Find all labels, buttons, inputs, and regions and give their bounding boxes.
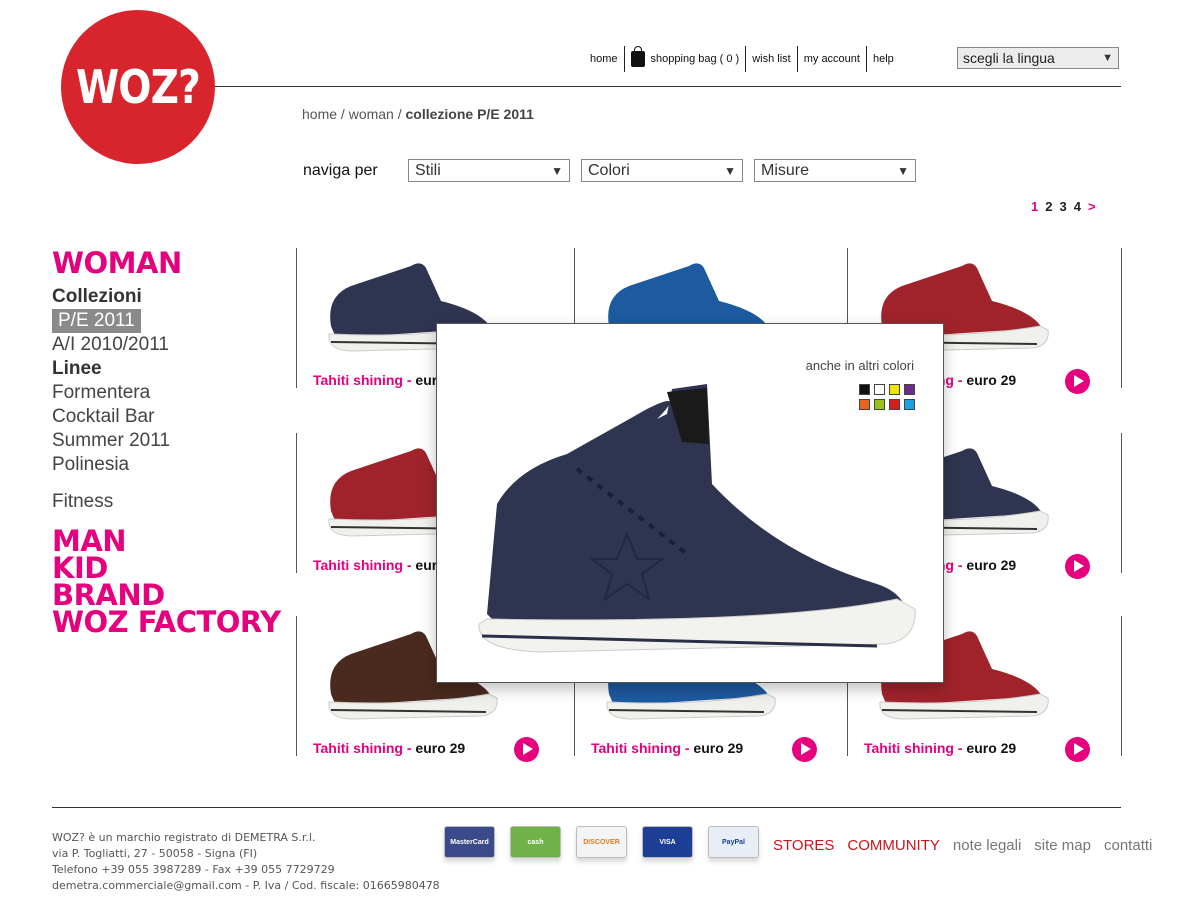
footer-line: via P. Togliatti, 27 - 50058 - Signa (FI… xyxy=(52,847,258,860)
footer-contatti-link[interactable]: contatti xyxy=(1104,837,1152,854)
product-caption: Tahiti shining - euro 29 xyxy=(313,740,465,756)
product-price: euro 29 xyxy=(415,740,466,756)
logo-text: WOZ? xyxy=(75,60,201,114)
filter-bar: naviga per Stili ▼ Colori ▼ Misure ▼ xyxy=(303,159,927,182)
product-separator: - xyxy=(953,740,967,756)
breadcrumb-current: collezione P/E 2011 xyxy=(405,106,534,122)
footer-links: STORES COMMUNITY note legali site map co… xyxy=(773,837,1152,854)
footer-divider xyxy=(52,807,1121,808)
shopping-bag-icon xyxy=(630,46,645,67)
product-price: euro 29 xyxy=(966,740,1017,756)
dropdown-arrow-icon: ▼ xyxy=(1102,52,1113,64)
stili-select[interactable]: Stili ▼ xyxy=(408,159,570,182)
menu-woman[interactable]: WOMAN xyxy=(52,249,281,278)
footer-email[interactable]: demetra.commerciale@gmail.com - P. Iva /… xyxy=(52,878,440,894)
menu-polinesia[interactable]: Polinesia xyxy=(52,453,281,477)
paypal-icon: PayPal xyxy=(708,826,759,858)
menu-cocktail-bar[interactable]: Cocktail Bar xyxy=(52,405,281,429)
product-caption: Tahiti shining - euro 29 xyxy=(864,740,1016,756)
view-product-play-icon[interactable] xyxy=(1065,737,1090,762)
menu-linee: Linee xyxy=(52,358,102,379)
page-link-4[interactable]: 4 xyxy=(1074,199,1081,214)
footer-note-legali-link[interactable]: note legali xyxy=(953,837,1021,854)
product-name[interactable]: Tahiti shining xyxy=(313,740,403,756)
language-select[interactable]: scegli la lingua ▼ xyxy=(957,47,1119,69)
view-product-play-icon[interactable] xyxy=(1065,554,1090,579)
product-separator: - xyxy=(402,740,416,756)
product-separator: - xyxy=(680,740,694,756)
view-product-play-icon[interactable] xyxy=(514,737,539,762)
mastercard-icon: MasterCard xyxy=(444,826,495,858)
next-page-link[interactable]: > xyxy=(1088,199,1096,214)
product-name[interactable]: Tahiti shining xyxy=(313,557,403,573)
product-name[interactable]: Tahiti shining xyxy=(313,372,403,388)
misure-select-value: Misure xyxy=(761,161,810,179)
footer-company-info: WOZ? è un marchio registrato di DEMETRA … xyxy=(52,830,440,894)
product-separator: - xyxy=(953,557,967,573)
dropdown-arrow-icon: ▼ xyxy=(724,163,736,178)
quickview-shoe-image xyxy=(478,384,916,653)
category-menu: WOMAN Collezioni P/E 2011 A/I 2010/2011 … xyxy=(52,249,281,637)
page-link-3[interactable]: 3 xyxy=(1059,199,1066,214)
view-product-play-icon[interactable] xyxy=(1065,369,1090,394)
menu-woz-factory[interactable]: WOZ FACTORY xyxy=(52,608,281,637)
footer-line: WOZ? è un marchio registrato di DEMETRA … xyxy=(52,831,316,844)
product-price: euro 29 xyxy=(966,372,1017,388)
footer-site-map-link[interactable]: site map xyxy=(1034,837,1091,854)
pagination: 1 2 3 4 > xyxy=(1031,199,1096,214)
dropdown-arrow-icon: ▼ xyxy=(551,163,563,178)
breadcrumb-woman[interactable]: woman xyxy=(349,106,394,122)
top-nav: home shopping bag ( 0 ) wish list my acc… xyxy=(584,46,900,72)
nav-home-link[interactable]: home xyxy=(584,46,625,72)
footer-stores-link[interactable]: STORES xyxy=(773,837,834,854)
payment-methods: MasterCard cash DISCOVER VISA PayPal xyxy=(444,826,759,858)
product-caption: Tahiti shining - euro 29 xyxy=(591,740,743,756)
cash-icon: cash xyxy=(510,826,561,858)
product-name[interactable]: Tahiti shining xyxy=(591,740,681,756)
menu-formentera[interactable]: Formentera xyxy=(52,381,281,405)
view-product-play-icon[interactable] xyxy=(792,737,817,762)
discover-icon: DISCOVER xyxy=(576,826,627,858)
menu-ai2010[interactable]: A/I 2010/2011 xyxy=(52,333,281,357)
menu-pe2011[interactable]: P/E 2011 xyxy=(52,309,141,333)
product-separator: - xyxy=(402,557,416,573)
product-name[interactable]: Tahiti shining xyxy=(864,740,954,756)
header-divider xyxy=(215,86,1121,87)
grid-divider xyxy=(1121,248,1122,388)
grid-divider xyxy=(1121,616,1122,756)
other-colors-label: anche in altri colori xyxy=(805,358,914,373)
product-separator: - xyxy=(953,372,967,388)
stili-select-value: Stili xyxy=(415,161,441,179)
colori-select[interactable]: Colori ▼ xyxy=(581,159,743,182)
nav-wish-list-link[interactable]: wish list xyxy=(746,46,798,72)
footer-community-link[interactable]: COMMUNITY xyxy=(847,837,940,854)
page-link-2[interactable]: 2 xyxy=(1045,199,1052,214)
dropdown-arrow-icon: ▼ xyxy=(897,163,909,178)
menu-collezioni: Collezioni xyxy=(52,286,142,307)
misure-select[interactable]: Misure ▼ xyxy=(754,159,916,182)
nav-shopping-bag-link[interactable]: shopping bag ( 0 ) xyxy=(625,46,747,72)
breadcrumb: home / woman / collezione P/E 2011 xyxy=(302,106,534,122)
product-separator: - xyxy=(402,372,416,388)
product-price: euro 29 xyxy=(693,740,744,756)
filter-label: naviga per xyxy=(303,161,378,179)
language-select-value: scegli la lingua xyxy=(963,50,1055,66)
nav-help-link[interactable]: help xyxy=(867,46,900,72)
page-link-1[interactable]: 1 xyxy=(1031,199,1038,214)
visa-icon: VISA xyxy=(642,826,693,858)
breadcrumb-separator: / xyxy=(393,106,406,122)
product-price: euro 29 xyxy=(966,557,1017,573)
product-quickview-popup[interactable]: anche in altri colori xyxy=(436,323,944,683)
breadcrumb-separator: / xyxy=(337,106,349,122)
woz-logo[interactable]: WOZ? xyxy=(61,10,215,164)
menu-fitness[interactable]: Fitness xyxy=(52,490,281,514)
shopping-bag-label: shopping bag ( 0 ) xyxy=(650,53,740,65)
grid-divider xyxy=(1121,433,1122,573)
nav-my-account-link[interactable]: my account xyxy=(798,46,867,72)
breadcrumb-home[interactable]: home xyxy=(302,106,337,122)
menu-summer-2011[interactable]: Summer 2011 xyxy=(52,429,281,453)
footer-line: Telefono +39 055 3987289 - Fax +39 055 7… xyxy=(52,863,335,876)
colori-select-value: Colori xyxy=(588,161,630,179)
